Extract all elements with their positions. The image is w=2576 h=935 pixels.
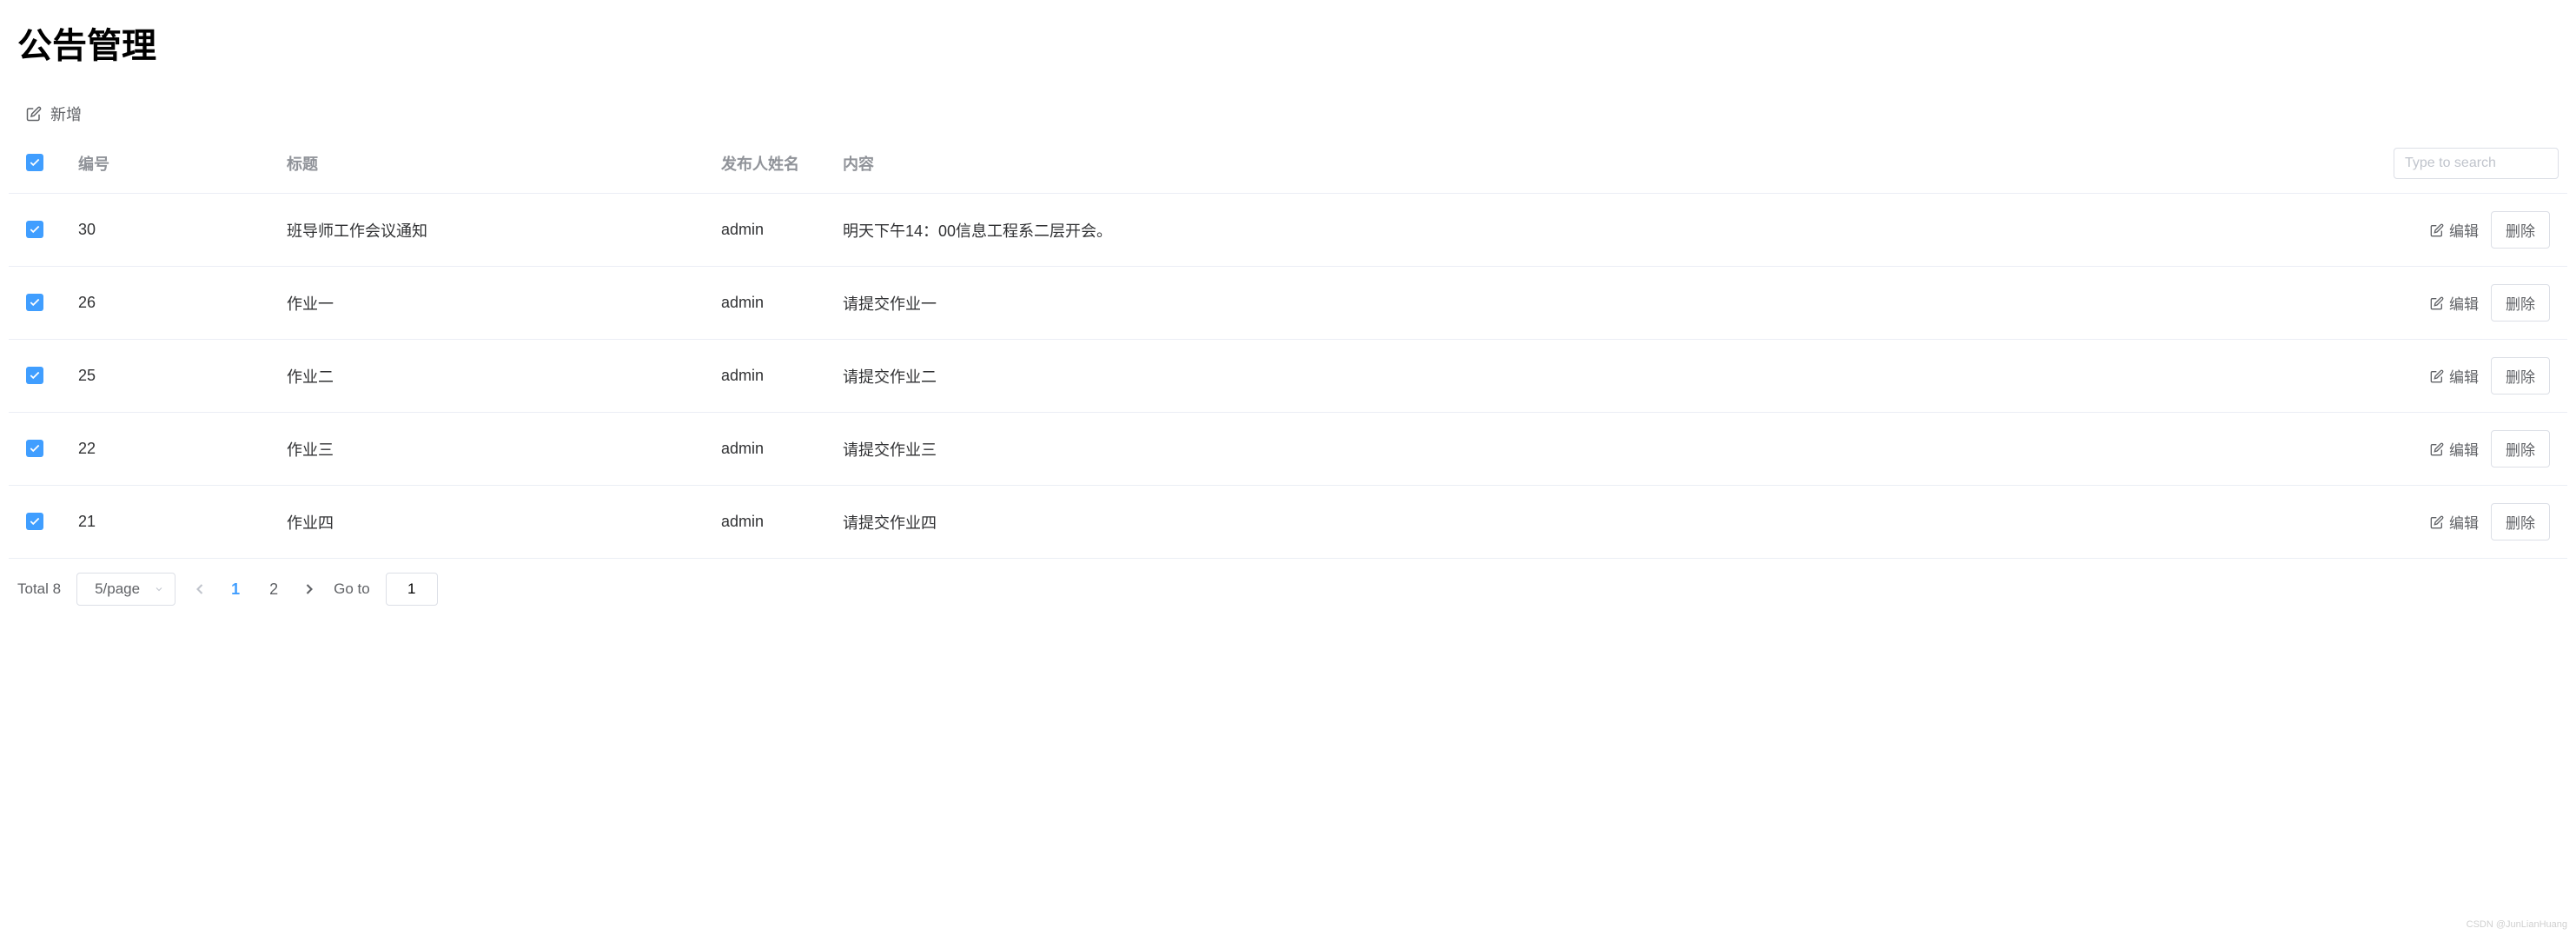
table-row: 22 作业三 admin 请提交作业三 编辑 删除	[9, 413, 2567, 486]
goto-input[interactable]	[386, 573, 438, 606]
table-header-row: 编号 标题 发布人姓名 内容	[9, 134, 2567, 194]
delete-button[interactable]: 删除	[2491, 284, 2550, 322]
row-checkbox[interactable]	[26, 440, 43, 457]
table-row: 21 作业四 admin 请提交作业四 编辑 删除	[9, 486, 2567, 559]
edit-label: 编辑	[2449, 438, 2479, 460]
header-id: 编号	[61, 134, 269, 194]
cell-content: 明天下午14：00信息工程系二层开会。	[825, 194, 2376, 267]
table-row: 25 作业二 admin 请提交作业二 编辑 删除	[9, 340, 2567, 413]
page-size-select[interactable]: 5/page	[76, 573, 175, 606]
cell-title: 作业三	[269, 413, 704, 486]
add-label: 新增	[50, 103, 82, 125]
row-checkbox[interactable]	[26, 294, 43, 311]
edit-icon	[2430, 296, 2444, 310]
delete-button[interactable]: 删除	[2491, 430, 2550, 468]
prev-page-button[interactable]	[191, 580, 209, 598]
table-row: 30 班导师工作会议通知 admin 明天下午14：00信息工程系二层开会。 编…	[9, 194, 2567, 267]
edit-label: 编辑	[2449, 511, 2479, 533]
chevron-down-icon	[154, 584, 164, 594]
page-number[interactable]: 2	[262, 577, 285, 602]
header-author: 发布人姓名	[704, 134, 825, 194]
row-checkbox[interactable]	[26, 367, 43, 384]
cell-id: 25	[61, 340, 269, 413]
cell-id: 22	[61, 413, 269, 486]
cell-author: admin	[704, 486, 825, 559]
check-icon	[29, 515, 41, 527]
cell-title: 作业四	[269, 486, 704, 559]
delete-button[interactable]: 删除	[2491, 211, 2550, 249]
check-icon	[29, 442, 41, 454]
select-all-checkbox[interactable]	[26, 154, 43, 171]
edit-button[interactable]: 编辑	[2423, 360, 2486, 392]
cell-author: admin	[704, 340, 825, 413]
header-title: 标题	[269, 134, 704, 194]
edit-icon	[2430, 442, 2444, 456]
edit-button[interactable]: 编辑	[2423, 506, 2486, 538]
page-size-value: 5/page	[95, 580, 140, 598]
edit-label: 编辑	[2449, 219, 2479, 241]
delete-button[interactable]: 删除	[2491, 503, 2550, 540]
table-row: 26 作业一 admin 请提交作业一 编辑 删除	[9, 267, 2567, 340]
cell-author: admin	[704, 194, 825, 267]
cell-content: 请提交作业二	[825, 340, 2376, 413]
edit-icon	[2430, 515, 2444, 529]
cell-title: 作业二	[269, 340, 704, 413]
search-input[interactable]	[2394, 148, 2559, 179]
row-checkbox[interactable]	[26, 221, 43, 238]
edit-button[interactable]: 编辑	[2423, 214, 2486, 246]
next-page-button[interactable]	[301, 580, 318, 598]
cell-title: 班导师工作会议通知	[269, 194, 704, 267]
edit-label: 编辑	[2449, 365, 2479, 387]
cell-content: 请提交作业四	[825, 486, 2376, 559]
cell-title: 作业一	[269, 267, 704, 340]
cell-id: 21	[61, 486, 269, 559]
check-icon	[29, 223, 41, 235]
check-icon	[29, 156, 41, 169]
cell-id: 30	[61, 194, 269, 267]
row-checkbox[interactable]	[26, 513, 43, 530]
cell-author: admin	[704, 267, 825, 340]
check-icon	[29, 296, 41, 308]
watermark: CSDN @JunLianHuang	[2467, 919, 2567, 930]
edit-button[interactable]: 编辑	[2423, 287, 2486, 319]
delete-button[interactable]: 删除	[2491, 357, 2550, 395]
add-button[interactable]: 新增	[26, 103, 82, 125]
edit-icon	[2430, 369, 2444, 383]
edit-label: 编辑	[2449, 292, 2479, 314]
header-content: 内容	[825, 134, 2376, 194]
total-label: Total 8	[17, 580, 61, 598]
check-icon	[29, 369, 41, 381]
cell-content: 请提交作业三	[825, 413, 2376, 486]
cell-content: 请提交作业一	[825, 267, 2376, 340]
goto-label: Go to	[334, 580, 370, 598]
cell-id: 26	[61, 267, 269, 340]
announcements-table: 编号 标题 发布人姓名 内容 30 班导师工作会议通知 admin 明天下午14…	[9, 134, 2567, 559]
edit-icon	[2430, 223, 2444, 237]
edit-icon	[26, 106, 42, 122]
page-number[interactable]: 1	[224, 577, 247, 602]
cell-author: admin	[704, 413, 825, 486]
page-title: 公告管理	[9, 17, 2567, 68]
toolbar: 新增	[9, 94, 2567, 134]
pagination: Total 8 5/page 12 Go to	[9, 559, 2567, 620]
edit-button[interactable]: 编辑	[2423, 433, 2486, 465]
